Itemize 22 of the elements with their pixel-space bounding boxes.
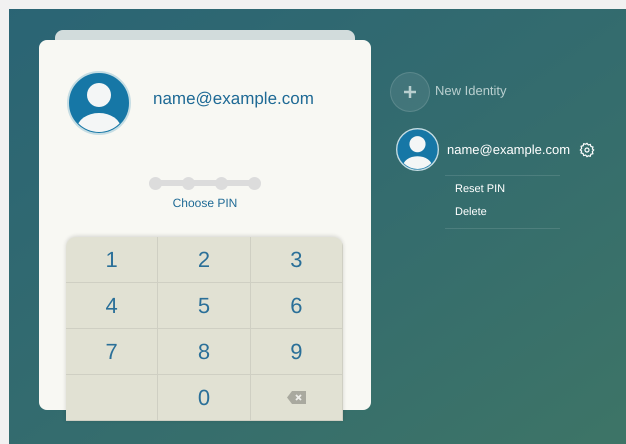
settings-icon[interactable]: [579, 142, 596, 158]
digit-key[interactable]: 3: [250, 237, 343, 283]
digit-key[interactable]: 1: [66, 237, 158, 283]
digit-key[interactable]: 6: [250, 283, 343, 329]
new-identity-button[interactable]: [390, 72, 430, 112]
digit-key[interactable]: 8: [158, 329, 251, 375]
plus-icon: [404, 86, 416, 98]
identity-email[interactable]: name@example.com: [447, 140, 570, 160]
new-identity-label[interactable]: New Identity: [435, 80, 507, 100]
pin-prompt: Choose PIN: [172, 195, 238, 212]
digit-key[interactable]: 9: [250, 329, 343, 375]
backspace-icon: [286, 391, 306, 404]
avatar-icon: [67, 71, 131, 135]
identity-menu-item[interactable]: Delete: [455, 204, 560, 220]
digit-key[interactable]: 5: [158, 283, 251, 329]
account-email: name@example.com: [153, 88, 314, 110]
digit-key[interactable]: 2: [158, 237, 251, 283]
digit-key[interactable]: 7: [66, 329, 158, 375]
digit-key[interactable]: 4: [66, 283, 158, 329]
identity-menu-item[interactable]: Reset PIN: [455, 181, 560, 198]
digit-key[interactable]: 0: [158, 375, 251, 421]
identity-avatar-icon: [396, 128, 439, 171]
